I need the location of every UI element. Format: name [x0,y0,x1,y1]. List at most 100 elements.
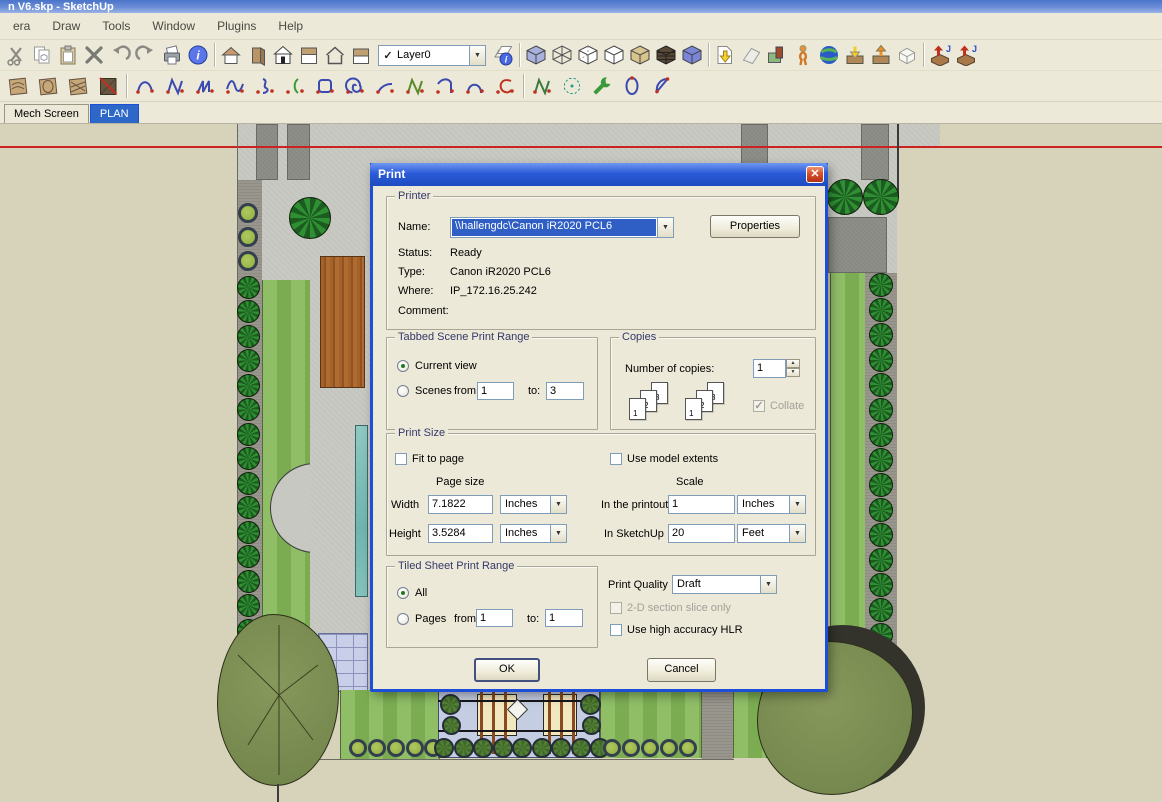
wireframe-face-style-icon[interactable] [549,41,575,69]
roof-tool-icon[interactable] [296,41,322,69]
bezier-arch-icon[interactable] [130,72,160,100]
layer-select[interactable]: ✓Layer0▼ [378,45,486,66]
polygon-tool-icon[interactable] [557,72,587,100]
menu-plugins[interactable]: Plugins [206,16,267,36]
undo-icon[interactable] [107,41,133,69]
window-titlebar[interactable]: n V6.skp - SketchUp [0,0,1162,13]
bezier-spiral-icon[interactable] [340,72,370,100]
pages-label[interactable]: Pages [415,613,446,625]
menu-draw[interactable]: Draw [41,16,91,36]
hlr-label[interactable]: Use high accuracy HLR [627,624,743,636]
google-earth-icon[interactable] [816,41,842,69]
close-icon[interactable]: ✕ [806,166,824,183]
monochrome-face-style-icon[interactable] [679,41,705,69]
collate-checkbox[interactable] [753,400,765,412]
floor-tool-icon[interactable] [348,41,374,69]
bezier-rounded-rect-icon[interactable] [310,72,340,100]
menu-camera[interactable]: era [2,16,41,36]
chevron-down-icon[interactable]: ▼ [550,496,566,513]
bezier-polyline-green-icon[interactable] [400,72,430,100]
chevron-down-icon[interactable]: ▼ [657,218,673,237]
textured-face-style-icon[interactable] [653,41,679,69]
copies-stepper[interactable]: ▲ ▼ [786,359,800,377]
tab-mech-screen[interactable]: Mech Screen [4,104,89,123]
in-printout-input[interactable]: 1 [668,495,735,514]
cut-icon[interactable] [3,41,29,69]
bezier-dome-icon[interactable] [460,72,490,100]
menu-window[interactable]: Window [141,16,206,36]
chevron-down-icon[interactable]: ▼ [469,46,485,65]
all-pages-label[interactable]: All [415,587,427,599]
model-info-icon[interactable]: i [185,41,211,69]
joint-push-pull-icon[interactable]: J [927,41,953,69]
bz-convert-wrench-icon[interactable] [587,72,617,100]
height-unit-select[interactable]: Inches ▼ [500,524,567,543]
arc-segment-tool-icon[interactable] [647,72,677,100]
copy-icon[interactable] [29,41,55,69]
smoove-tool-icon[interactable] [63,72,93,100]
spin-down-icon[interactable]: ▼ [786,368,800,377]
house-outline-tool-icon[interactable] [322,41,348,69]
get-models-icon[interactable] [842,41,868,69]
printout-unit-select[interactable]: Inches ▼ [737,495,806,514]
erase-icon[interactable] [81,41,107,69]
width-unit-select[interactable]: Inches ▼ [500,495,567,514]
hlr-checkbox[interactable] [610,624,622,636]
current-view-label[interactable]: Current view [415,360,477,372]
print-icon[interactable] [159,41,185,69]
cancel-button[interactable]: Cancel [647,658,716,682]
use-model-extents-label[interactable]: Use model extents [627,453,718,465]
sandbox-from-scratch-icon[interactable] [33,72,63,100]
tab-plan[interactable]: PLAN [90,104,139,123]
redo-icon[interactable] [133,41,159,69]
sketchup-unit-select[interactable]: Feet ▼ [737,524,806,543]
bezier-wave-icon[interactable] [220,72,250,100]
height-input[interactable]: 3.5284 [428,524,493,543]
section-plane-icon[interactable] [738,41,764,69]
print-quality-select[interactable]: Draft ▼ [672,575,777,594]
xray-face-style-icon[interactable] [523,41,549,69]
current-view-radio[interactable] [397,360,409,372]
paste-icon[interactable] [55,41,81,69]
bezier-arc-icon[interactable] [370,72,400,100]
chevron-down-icon[interactable]: ▼ [789,525,805,542]
pages-radio[interactable] [397,613,409,625]
chevron-down-icon[interactable]: ▼ [789,496,805,513]
hidden-line-face-style-icon[interactable] [601,41,627,69]
make-component-icon[interactable] [218,41,244,69]
menu-help[interactable]: Help [267,16,314,36]
use-model-extents-checkbox[interactable] [610,453,622,465]
width-input[interactable]: 7.1822 [428,495,493,514]
ok-button[interactable]: OK [474,658,540,682]
pages-from-input[interactable]: 1 [476,609,513,627]
photo-match-icon[interactable] [764,41,790,69]
back-edges-face-style-icon[interactable] [575,41,601,69]
drape-tool-icon[interactable] [93,72,123,100]
bezier-n-curve-icon[interactable] [160,72,190,100]
fit-to-page-checkbox[interactable] [395,453,407,465]
walk-tool-icon[interactable] [790,41,816,69]
share-models-icon[interactable] [868,41,894,69]
pages-to-input[interactable]: 1 [545,609,583,627]
house-front-tool-icon[interactable] [270,41,296,69]
bezier-zigzag-icon[interactable] [190,72,220,100]
scenes-to-input[interactable]: 3 [546,382,584,400]
scenes-label[interactable]: Scenes [415,385,452,397]
fit-to-page-label[interactable]: Fit to page [412,453,464,465]
chevron-down-icon[interactable]: ▼ [550,525,566,542]
bezier-s-curve-icon[interactable] [250,72,280,100]
chevron-down-icon[interactable]: ▼ [760,576,776,593]
copies-number-input[interactable]: 1 [753,359,786,378]
wall-tool-icon[interactable] [244,41,270,69]
bezier-arc-green-icon[interactable] [280,72,310,100]
spin-up-icon[interactable]: ▲ [786,359,800,368]
bezier-hook-icon[interactable] [430,72,460,100]
scenes-from-input[interactable]: 1 [477,382,514,400]
scenes-radio[interactable] [397,385,409,397]
bezier-c-curve-icon[interactable] [490,72,520,100]
printer-name-select[interactable]: \\hallengdc\Canon iR2020 PCL6 ▼ [450,217,674,238]
export-2d-graphic-icon[interactable] [712,41,738,69]
layers-manager-icon[interactable]: i [490,41,516,69]
polyline-tool-icon[interactable] [527,72,557,100]
properties-button[interactable]: Properties [710,215,800,238]
